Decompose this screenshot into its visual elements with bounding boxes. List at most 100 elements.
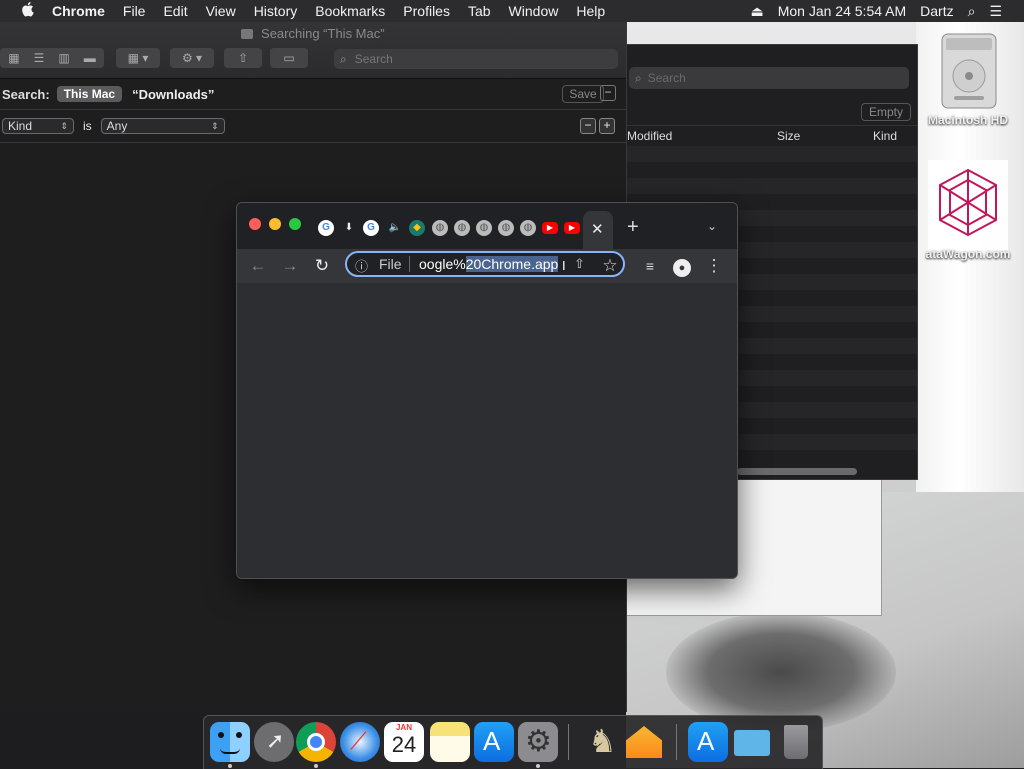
dock-running-indicator — [314, 764, 318, 768]
dock-app-store-icon[interactable]: A — [474, 722, 514, 762]
chrome-window[interactable]: G ⬇ G 🔈 ◆ ◍ ◍ ◍ ◍ ◍ ▶ ▶ ✕ + ⌄ ← → ↻ ⓘ Fi… — [236, 202, 738, 579]
apple-menu-icon[interactable] — [18, 1, 38, 21]
dock-downloads-folder-icon[interactable] — [732, 722, 772, 762]
address-url[interactable]: oogle%20Chrome.app — [419, 256, 559, 272]
minimize-window-button[interactable] — [269, 218, 281, 230]
reload-icon[interactable]: ↻ — [311, 255, 333, 277]
new-tab-button[interactable]: + — [627, 216, 639, 239]
menu-bookmarks[interactable]: Bookmarks — [315, 3, 385, 19]
dock-home-icon[interactable] — [624, 722, 664, 762]
menu-user[interactable]: Dartz — [920, 3, 953, 19]
view-mode-buttons[interactable]: ▦ ☰ ▥ ▬ — [0, 48, 104, 68]
criteria-value: Any — [106, 119, 128, 133]
tab-audio-icon[interactable]: 🔈 — [387, 220, 403, 236]
folder-icon — [241, 29, 254, 39]
empty-trash-button[interactable]: Empty — [861, 103, 911, 121]
dock-chess-icon[interactable]: ♞ — [580, 722, 620, 762]
list-view-icon[interactable]: ☰ — [34, 51, 45, 65]
tab-download-icon[interactable]: ⬇ — [341, 220, 357, 236]
updown-arrow-icon: ⇕ — [60, 121, 68, 131]
close-window-button[interactable] — [249, 218, 261, 230]
eject-icon[interactable]: ⏏ — [750, 3, 763, 20]
grid-icon: ▦ ▾ — [127, 51, 149, 65]
tab-youtube-icon[interactable]: ▶ — [542, 222, 558, 234]
dock-app-store-folder-icon[interactable]: A — [688, 722, 728, 762]
save-search-button[interactable]: Save — [562, 85, 604, 103]
background-shadow — [666, 612, 896, 732]
action-button[interactable]: ⚙ ▾ — [170, 48, 214, 68]
address-bar[interactable]: ⓘ File oogle%20Chrome.app ⇧ I — [345, 251, 625, 277]
criteria-value-select[interactable]: Any ⇕ — [100, 118, 225, 134]
tag-button[interactable]: ▭ — [270, 48, 308, 68]
dock-calendar-icon[interactable]: JAN 24 — [384, 722, 424, 762]
menu-file[interactable]: File — [123, 3, 146, 19]
tab-active[interactable]: ✕ — [583, 211, 613, 249]
horizontal-scrollbar[interactable] — [737, 468, 857, 475]
menu-history[interactable]: History — [254, 3, 298, 19]
zoom-window-button[interactable] — [289, 218, 301, 230]
tab-globe-icon[interactable]: ◍ — [476, 220, 492, 236]
tag-icon: ▭ — [283, 51, 295, 65]
dock-launchpad-icon[interactable]: ➚ — [254, 722, 294, 762]
menu-window[interactable]: Window — [509, 3, 559, 19]
site-info-icon[interactable]: ⓘ — [355, 256, 368, 275]
dock-trash-icon[interactable] — [776, 722, 816, 762]
criteria-attribute-value: Kind — [8, 119, 33, 133]
menu-clock[interactable]: Mon Jan 24 5:54 AM — [778, 3, 906, 19]
scope-this-mac[interactable]: This Mac — [56, 86, 123, 102]
secondary-search-field[interactable]: ⌕ Search — [629, 67, 909, 89]
tab-google-icon[interactable]: G — [363, 220, 379, 236]
column-size[interactable]: Size — [777, 129, 800, 143]
dock-divider — [568, 724, 569, 760]
tab-globe-icon[interactable]: ◍ — [432, 220, 448, 236]
close-tab-icon[interactable]: ✕ — [591, 220, 604, 238]
dock-notes-icon[interactable] — [430, 722, 470, 762]
reading-list-icon[interactable]: ≡ — [639, 255, 661, 277]
menu-app-name[interactable]: Chrome — [52, 3, 105, 19]
icon-view-icon[interactable]: ▦ — [8, 51, 19, 65]
tab-search-chevron-icon[interactable]: ⌄ — [707, 219, 717, 233]
back-arrow-icon[interactable]: ← — [247, 255, 269, 277]
column-view-icon[interactable]: ▥ — [58, 51, 69, 65]
more-menu-icon[interactable]: ⋮ — [703, 255, 725, 277]
tab-globe-icon[interactable]: ◍ — [520, 220, 536, 236]
menu-tab[interactable]: Tab — [468, 3, 491, 19]
dock-finder-icon[interactable] — [210, 722, 250, 762]
column-modified[interactable]: Modified — [627, 129, 672, 143]
share-button[interactable]: ⇧ — [224, 48, 262, 68]
dock-chrome-icon[interactable] — [296, 722, 336, 762]
column-kind[interactable]: Kind — [873, 129, 897, 143]
finder-toolbar: Searching “This Mac” ▦ ☰ ▥ ▬ ▦ ▾ ⚙ ▾ ⇧ ▭… — [0, 22, 626, 79]
tab-google-icon[interactable]: G — [318, 220, 334, 236]
bookmark-star-icon[interactable]: ☆ — [599, 255, 621, 277]
menu-view[interactable]: View — [206, 3, 236, 19]
tab-site-icon[interactable]: ◆ — [409, 220, 425, 236]
menu-help[interactable]: Help — [576, 3, 605, 19]
dock-system-preferences-icon[interactable]: ⚙ — [518, 722, 558, 762]
spotlight-search-icon[interactable]: ⌕ — [968, 3, 976, 20]
url-selected-text: 20Chrome.app — [465, 256, 559, 272]
desktop-icon-macintosh-hd[interactable]: Macintosh HD — [912, 30, 1024, 127]
share-icon[interactable]: ⇧ — [571, 256, 588, 272]
desktop-icon-datawagon[interactable]: ataWagon.com — [912, 160, 1024, 261]
finder-search-input[interactable]: ⌕ Search — [334, 49, 618, 69]
control-center-icon[interactable]: ☰ — [989, 3, 1002, 20]
scope-downloads[interactable]: “Downloads” — [132, 87, 214, 102]
remove-scope-button[interactable]: − — [600, 85, 616, 101]
group-button[interactable]: ▦ ▾ — [116, 48, 160, 68]
menu-edit[interactable]: Edit — [163, 3, 187, 19]
tab-globe-icon[interactable]: ◍ — [454, 220, 470, 236]
tab-youtube-icon[interactable]: ▶ — [564, 222, 580, 234]
forward-arrow-icon[interactable]: → — [279, 255, 301, 277]
gallery-view-icon[interactable]: ▬ — [84, 51, 96, 65]
profile-avatar-icon[interactable]: ● — [671, 255, 693, 277]
criteria-attribute-select[interactable]: Kind ⇕ — [2, 118, 74, 134]
dock: ➚ ⟋ JAN 24 A ⚙ ♞ A — [203, 715, 823, 769]
dock-safari-icon[interactable]: ⟋ — [340, 722, 380, 762]
tab-globe-icon[interactable]: ◍ — [498, 220, 514, 236]
finder-title: Searching “This Mac” — [0, 26, 626, 41]
remove-criteria-button[interactable]: − — [580, 118, 596, 134]
add-criteria-button[interactable]: + — [599, 118, 615, 134]
apple-logo-icon — [22, 2, 34, 17]
menu-profiles[interactable]: Profiles — [403, 3, 450, 19]
